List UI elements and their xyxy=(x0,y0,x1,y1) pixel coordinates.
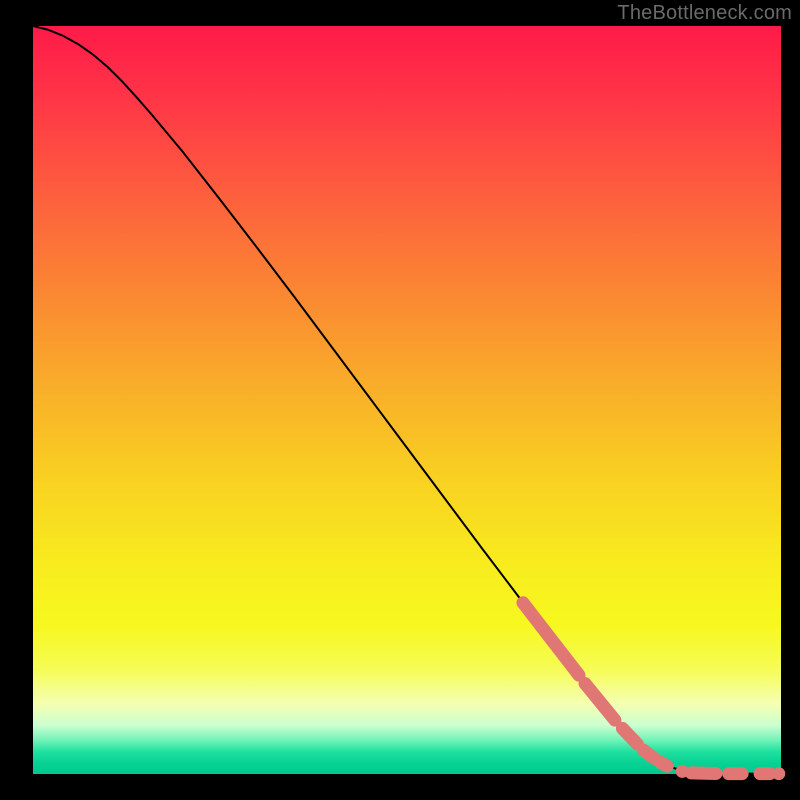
marker-segment xyxy=(643,750,653,758)
chart-stage: TheBottleneck.com xyxy=(0,0,800,800)
marker-dot xyxy=(772,767,785,780)
marker-segment xyxy=(691,773,716,774)
watermark-text: TheBottleneck.com xyxy=(617,2,792,25)
chart-svg xyxy=(0,0,800,800)
marker-segment xyxy=(660,762,667,766)
plot-background xyxy=(33,26,781,774)
